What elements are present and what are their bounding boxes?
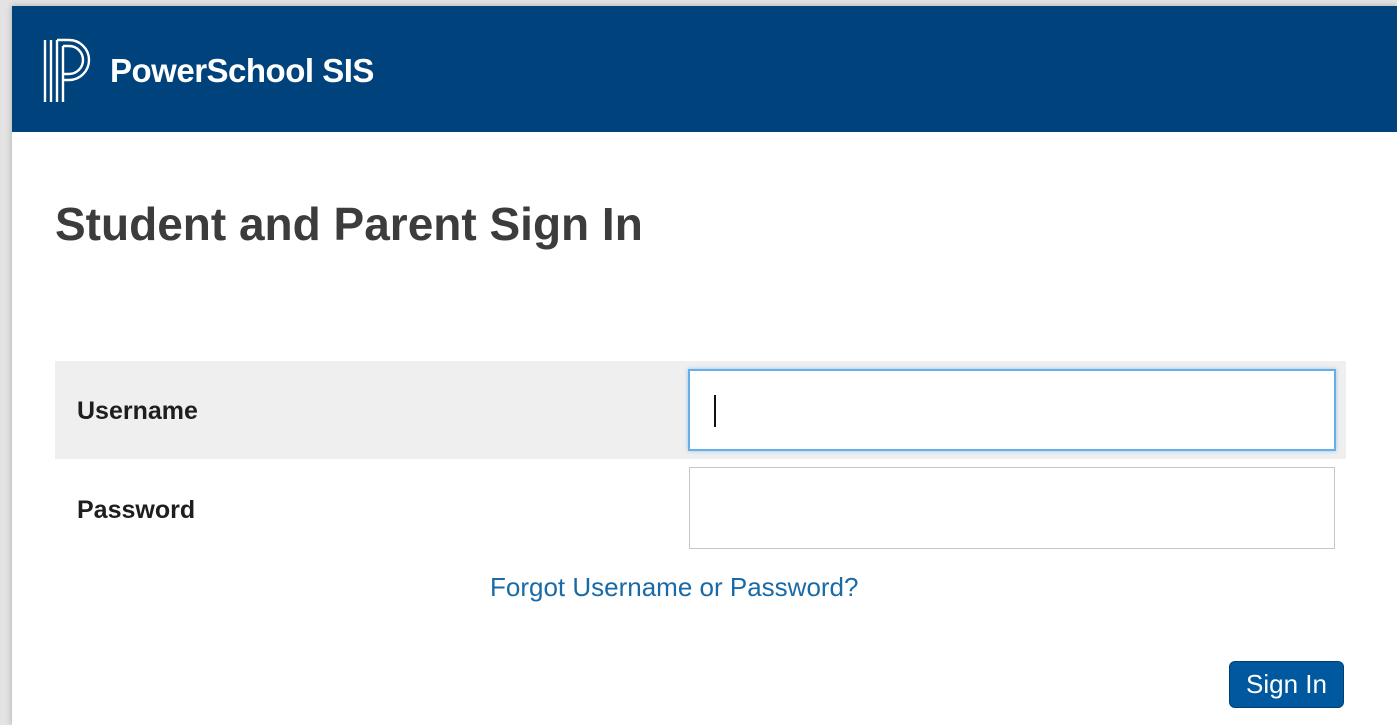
- signin-card: PowerSchool SIS Student and Parent Sign …: [12, 6, 1397, 725]
- powerschool-logo-icon: [43, 38, 91, 102]
- username-row: Username: [55, 361, 1346, 459]
- page-title: Student and Parent Sign In: [55, 198, 643, 250]
- text-caret: [714, 395, 716, 427]
- username-input[interactable]: [688, 369, 1336, 451]
- username-label: Username: [77, 397, 198, 425]
- forgot-credentials-link[interactable]: Forgot Username or Password?: [490, 572, 858, 603]
- password-input[interactable]: [689, 467, 1335, 549]
- password-row: Password: [55, 462, 1346, 560]
- header-bar: PowerSchool SIS: [12, 6, 1397, 132]
- page: PowerSchool SIS Student and Parent Sign …: [0, 0, 1397, 725]
- brand-name: PowerSchool SIS: [110, 52, 374, 89]
- password-label: Password: [77, 496, 196, 524]
- sign-in-button[interactable]: Sign In: [1229, 661, 1344, 708]
